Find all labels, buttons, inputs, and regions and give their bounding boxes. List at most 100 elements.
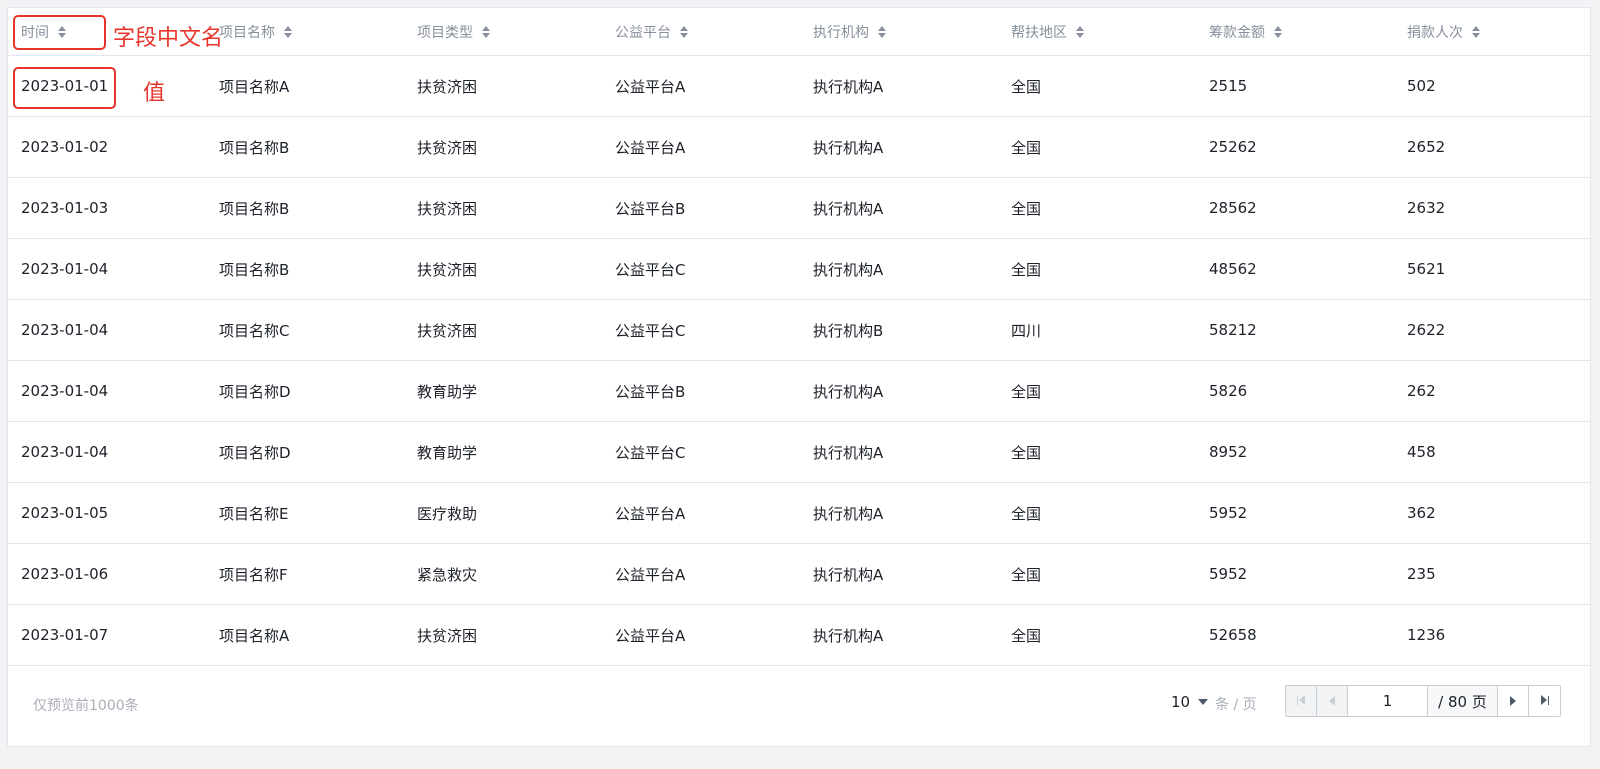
table-cell: 项目名称A	[219, 77, 290, 96]
table-row[interactable]: 2023-01-02 项目名称B 扶贫济困 公益平台A 执行机构A 全国 25262 2652	[8, 117, 1590, 178]
table-cell: 项目名称E	[219, 504, 289, 523]
column-header-label: 项目类型	[417, 24, 473, 41]
table-cell: 502	[1407, 77, 1436, 95]
table-footer: 仅预览前1000条 10 条 / 页 / 80 页	[8, 670, 1590, 746]
column-header-label: 捐款人次	[1407, 24, 1463, 41]
sort-icon[interactable]	[1274, 25, 1282, 38]
table-cell: 执行机构A	[813, 443, 884, 462]
table-cell: 扶贫济困	[417, 199, 478, 218]
table-row[interactable]: 2023-01-03 项目名称B 扶贫济困 公益平台B 执行机构A 全国 28562 2632	[8, 178, 1590, 239]
table-cell: 2023-01-06	[21, 565, 109, 583]
sort-icon[interactable]	[1472, 25, 1480, 38]
header-annotation-label: 字段中文名	[113, 26, 224, 51]
sort-icon[interactable]	[482, 25, 490, 38]
table-cell: 项目名称B	[219, 260, 290, 279]
table-cell: 全国	[1011, 443, 1042, 462]
table-row[interactable]: 2023-01-04 项目名称D 教育助学 公益平台C 执行机构A 全国 8952 458	[8, 422, 1590, 483]
column-header-executor[interactable]: 执行机构	[813, 8, 886, 55]
table-cell: 25262	[1209, 138, 1257, 156]
table-panel: 时间 项目名称 项目类型 公益平台 执行机构 帮扶地区 筹款金额 捐款人次 20…	[7, 7, 1591, 747]
sort-icon[interactable]	[878, 25, 886, 38]
table-cell: 执行机构A	[813, 626, 884, 645]
table-cell: 公益平台A	[615, 565, 686, 584]
page-size-unit: 条 / 页	[1215, 697, 1257, 713]
chevron-down-icon	[1198, 699, 1209, 705]
table-cell: 项目名称B	[219, 199, 290, 218]
column-header-label: 筹款金额	[1209, 24, 1265, 41]
sort-icon[interactable]	[1076, 25, 1084, 38]
total-pages: / 80 页	[1428, 686, 1498, 716]
table-row[interactable]: 2023-01-07 项目名称A 扶贫济困 公益平台A 执行机构A 全国 52658 1236	[8, 605, 1590, 666]
table-cell: 2023-01-04	[21, 321, 109, 339]
preview-note: 仅预览前1000条	[33, 698, 139, 714]
table-cell: 四川	[1011, 321, 1042, 340]
table-cell: 全国	[1011, 77, 1042, 96]
table-cell: 2023-01-04	[21, 260, 109, 278]
sort-icon[interactable]	[680, 25, 688, 38]
column-header-amount[interactable]: 筹款金额	[1209, 8, 1282, 55]
next-page-button[interactable]	[1498, 686, 1529, 716]
last-page-button[interactable]	[1529, 686, 1560, 716]
first-page-button[interactable]	[1286, 686, 1317, 716]
table-cell: 公益平台A	[615, 504, 686, 523]
table-cell: 全国	[1011, 199, 1042, 218]
sort-icon[interactable]	[284, 25, 292, 38]
table-cell: 公益平台C	[615, 321, 686, 340]
column-header-donors[interactable]: 捐款人次	[1407, 8, 1480, 55]
table-cell: 全国	[1011, 504, 1042, 523]
table-row[interactable]: 2023-01-06 项目名称F 紧急救灾 公益平台A 执行机构A 全国 5952 235	[8, 544, 1590, 605]
table-row[interactable]: 2023-01-04 项目名称C 扶贫济困 公益平台C 执行机构B 四川 58212 2622	[8, 300, 1590, 361]
table-row[interactable]: 2023-01-05 项目名称E 医疗救助 公益平台A 执行机构A 全国 5952 362	[8, 483, 1590, 544]
table-row[interactable]: 2023-01-01 项目名称A 扶贫济困 公益平台A 执行机构A 全国 2515 502	[8, 56, 1590, 117]
table-row[interactable]: 2023-01-04 项目名称D 教育助学 公益平台B 执行机构A 全国 5826 262	[8, 361, 1590, 422]
value-annotation-label: 值	[143, 81, 166, 106]
table-header-row: 时间 项目名称 项目类型 公益平台 执行机构 帮扶地区 筹款金额 捐款人次	[8, 8, 1590, 56]
table-cell: 全国	[1011, 626, 1042, 645]
table-cell: 5952	[1209, 504, 1248, 522]
table-cell: 执行机构A	[813, 565, 884, 584]
table-cell: 执行机构A	[813, 199, 884, 218]
table-cell: 262	[1407, 382, 1436, 400]
table-cell: 2023-01-07	[21, 626, 109, 644]
table-cell: 58212	[1209, 321, 1257, 339]
column-header-region[interactable]: 帮扶地区	[1011, 8, 1084, 55]
table-cell: 执行机构A	[813, 504, 884, 523]
table-cell: 项目名称F	[219, 565, 288, 584]
table-cell: 公益平台B	[615, 382, 686, 401]
table-cell: 教育助学	[417, 382, 478, 401]
column-header-label: 执行机构	[813, 24, 869, 41]
page-size-select[interactable]: 10	[1171, 693, 1209, 711]
pagination: / 80 页	[1285, 685, 1561, 717]
table-cell: 扶贫济困	[417, 260, 478, 279]
column-header-platform[interactable]: 公益平台	[615, 8, 688, 55]
table-row[interactable]: 2023-01-04 项目名称B 扶贫济困 公益平台C 执行机构A 全国 48562 5621	[8, 239, 1590, 300]
table-cell: 教育助学	[417, 443, 478, 462]
table-cell: 362	[1407, 504, 1436, 522]
table-cell: 5952	[1209, 565, 1248, 583]
table-cell: 扶贫济困	[417, 626, 478, 645]
table-cell: 2023-01-05	[21, 504, 109, 522]
table-cell: 全国	[1011, 382, 1042, 401]
table-cell: 2515	[1209, 77, 1248, 95]
table-cell: 项目名称A	[219, 626, 290, 645]
table-body: 2023-01-01 项目名称A 扶贫济困 公益平台A 执行机构A 全国 2515 502 20…	[8, 56, 1590, 666]
table-cell: 执行机构A	[813, 77, 884, 96]
page-number-input[interactable]	[1348, 686, 1428, 716]
column-header-project-type[interactable]: 项目类型	[417, 8, 490, 55]
prev-page-button[interactable]	[1317, 686, 1348, 716]
table-cell: 公益平台A	[615, 138, 686, 157]
table-cell: 医疗救助	[417, 504, 478, 523]
column-header-project-name[interactable]: 项目名称	[219, 8, 292, 55]
table-cell: 1236	[1407, 626, 1446, 644]
page-size-value: 10	[1171, 693, 1191, 711]
table-cell: 项目名称D	[219, 443, 291, 462]
table-cell: 48562	[1209, 260, 1257, 278]
table-cell: 全国	[1011, 565, 1042, 584]
table-cell: 扶贫济困	[417, 138, 478, 157]
first-page-icon	[1297, 694, 1305, 708]
table-cell: 52658	[1209, 626, 1257, 644]
table-cell: 公益平台C	[615, 260, 686, 279]
table-cell: 项目名称B	[219, 138, 290, 157]
table-cell: 执行机构A	[813, 138, 884, 157]
table-cell: 公益平台C	[615, 443, 686, 462]
